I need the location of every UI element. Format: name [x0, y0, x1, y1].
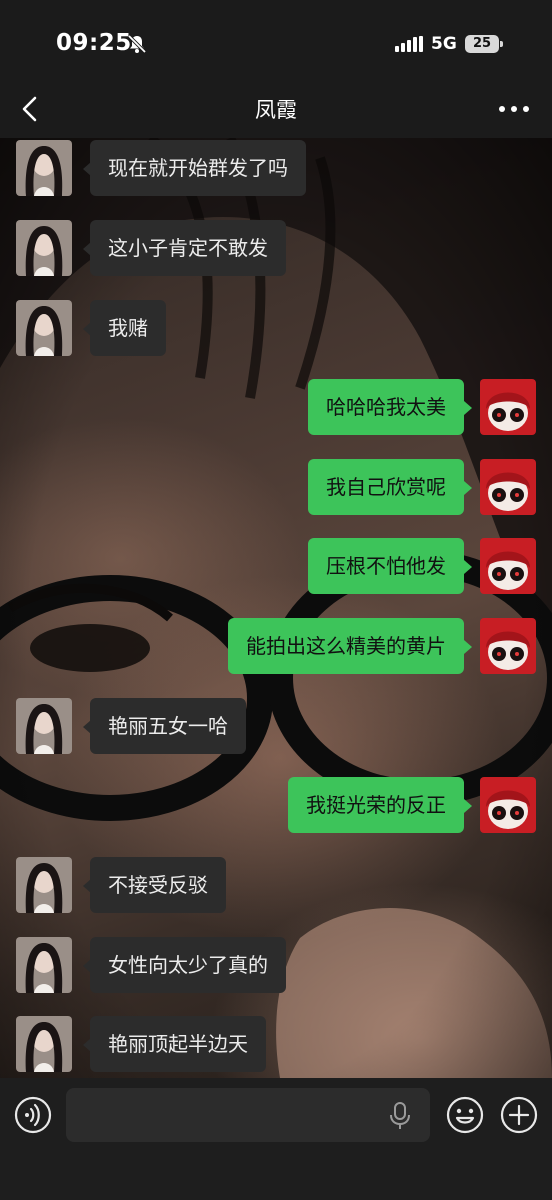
contact-avatar[interactable]	[16, 220, 72, 276]
message-row: 艳丽顶起半边天	[0, 1014, 552, 1072]
chat-title: 凤霞	[255, 98, 297, 122]
contact-avatar[interactable]	[16, 300, 72, 356]
bubble-tail	[464, 799, 472, 813]
battery-icon: 25	[465, 35, 499, 53]
message-row: 能拍出这么精美的黄片	[0, 616, 552, 674]
message-row: 艳丽五女一哈	[0, 696, 552, 754]
message-row: 女性向太少了真的	[0, 935, 552, 993]
incoming-message[interactable]: 艳丽顶起半边天	[90, 1016, 266, 1072]
contact-avatar[interactable]	[16, 857, 72, 913]
more-icon[interactable]	[496, 94, 532, 124]
bell-off-icon	[127, 34, 147, 54]
my-avatar[interactable]	[480, 618, 536, 674]
message-input[interactable]	[66, 1088, 430, 1142]
outgoing-message[interactable]: 能拍出这么精美的黄片	[228, 618, 464, 674]
incoming-message[interactable]: 女性向太少了真的	[90, 937, 286, 993]
incoming-message[interactable]: 不接受反驳	[90, 857, 226, 913]
incoming-message[interactable]: 艳丽五女一哈	[90, 698, 246, 754]
nav-bar: 凤霞	[0, 80, 552, 138]
message-row: 哈哈哈我太美	[0, 377, 552, 435]
outgoing-message[interactable]: 压根不怕他发	[308, 538, 464, 594]
message-row: 压根不怕他发	[0, 536, 552, 594]
plus-icon[interactable]	[500, 1096, 538, 1134]
contact-avatar[interactable]	[16, 1016, 72, 1072]
incoming-message[interactable]: 我赌	[90, 300, 166, 356]
mic-icon[interactable]	[388, 1102, 412, 1130]
my-avatar[interactable]	[480, 379, 536, 435]
message-row: 我自己欣赏呢	[0, 457, 552, 515]
message-row: 这小子肯定不敢发	[0, 218, 552, 276]
chat-screen: 09:25 5G 25 凤霞 现在就开始群发了吗 这小子肯定不敢发 我赌 哈哈哈…	[0, 0, 552, 1200]
outgoing-message[interactable]: 哈哈哈我太美	[308, 379, 464, 435]
message-row: 我赌	[0, 298, 552, 356]
my-avatar[interactable]	[480, 777, 536, 833]
emoji-icon[interactable]	[446, 1096, 484, 1134]
input-bar	[0, 1078, 552, 1200]
contact-avatar[interactable]	[16, 140, 72, 196]
status-time: 09:25	[56, 30, 132, 56]
battery-tip	[500, 41, 503, 47]
status-bar: 09:25 5G 25	[0, 0, 552, 80]
bubble-tail	[464, 401, 472, 415]
contact-avatar[interactable]	[16, 698, 72, 754]
incoming-message[interactable]: 现在就开始群发了吗	[90, 140, 306, 196]
network-label: 5G	[431, 34, 457, 54]
my-avatar[interactable]	[480, 538, 536, 594]
voice-icon[interactable]	[14, 1096, 52, 1134]
contact-avatar[interactable]	[16, 937, 72, 993]
bubble-tail	[464, 640, 472, 654]
message-row: 不接受反驳	[0, 855, 552, 913]
signal-icon	[395, 36, 423, 52]
bubble-tail	[464, 560, 472, 574]
bubble-tail	[464, 481, 472, 495]
outgoing-message[interactable]: 我自己欣赏呢	[308, 459, 464, 515]
outgoing-message[interactable]: 我挺光荣的反正	[288, 777, 464, 833]
my-avatar[interactable]	[480, 459, 536, 515]
incoming-message[interactable]: 这小子肯定不敢发	[90, 220, 286, 276]
message-row: 现在就开始群发了吗	[0, 138, 552, 196]
message-row: 我挺光荣的反正	[0, 775, 552, 833]
